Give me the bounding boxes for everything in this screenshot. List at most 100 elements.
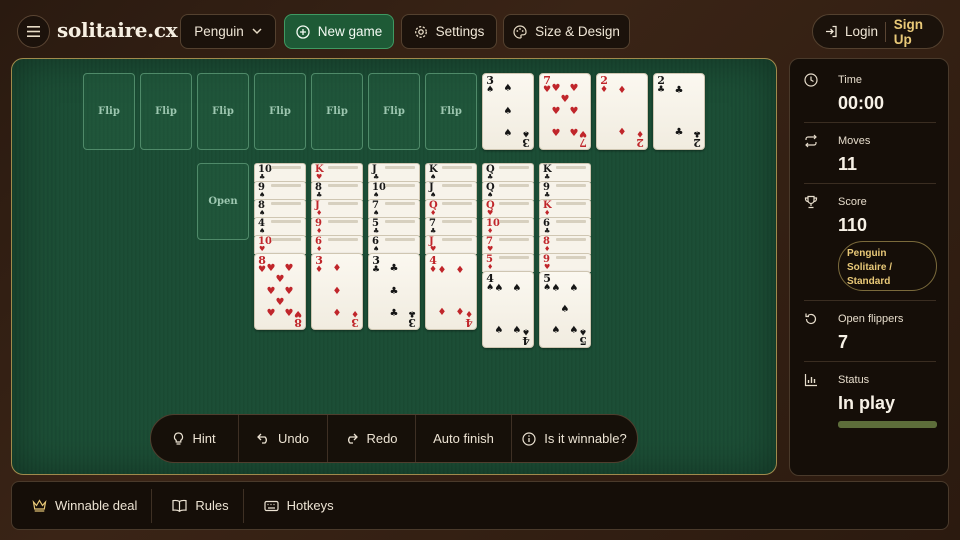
menu-button[interactable]	[17, 15, 50, 48]
card-suit-icon: ♦	[635, 128, 644, 138]
login-button[interactable]: Login	[813, 24, 885, 39]
stacked-card[interactable]: 6 ♠	[368, 235, 420, 254]
stacked-card[interactable]: 9 ♣	[539, 181, 591, 200]
new-game-button[interactable]: New game	[284, 14, 394, 49]
signup-button[interactable]: Sign Up	[886, 17, 943, 47]
card-edge	[499, 238, 529, 241]
card-pip-icon: ♥	[569, 105, 579, 117]
game-table[interactable]: Flip Flip Flip Flip Flip Flip Flip Open 3 ♠ 3 ♠ ♠ ♠ ♠ 7…	[11, 58, 777, 475]
playing-card[interactable]: 7 ♥ 7 ♥ ♥ ♥ ♥ ♥ ♥ ♥ ♥	[539, 73, 591, 150]
card-pip-icon: ♠	[494, 282, 504, 294]
stacked-card[interactable]: 7 ♣	[425, 217, 477, 236]
card-edge	[556, 220, 586, 223]
stacked-card[interactable]: 9 ♥	[539, 253, 591, 272]
playing-card[interactable]: 2 ♦ 2 ♦ ♦ ♦	[596, 73, 648, 150]
card-suit-icon: ♥	[316, 173, 323, 181]
card-corner-bottom: 2 ♦	[635, 128, 644, 149]
playing-card[interactable]: 3 ♠ 3 ♠ ♠ ♠ ♠	[482, 73, 534, 150]
flip-slot[interactable]: Flip	[368, 73, 420, 150]
card-suit-icon: ♣	[692, 128, 701, 138]
stacked-card[interactable]: J ♥	[425, 235, 477, 254]
stacked-card[interactable]: K ♥	[311, 163, 363, 182]
card-edge	[385, 202, 415, 205]
card-pip-icon: ♠	[503, 83, 513, 94]
stacked-card[interactable]: J ♠	[425, 181, 477, 200]
flip-slot[interactable]: Flip	[425, 73, 477, 150]
card-suit-icon: ♥	[258, 265, 267, 275]
book-icon	[172, 499, 187, 512]
game-mode-badge[interactable]: Penguin Solitaire / Standard	[838, 241, 937, 291]
plus-circle-icon	[296, 24, 310, 39]
card-edge	[442, 202, 472, 205]
hint-button[interactable]: Hint	[151, 415, 239, 462]
crown-icon	[32, 499, 47, 512]
hamburger-icon	[27, 26, 40, 37]
stacked-card[interactable]: K ♦	[539, 199, 591, 218]
card-suit-icon: ♦	[316, 209, 323, 217]
playing-card[interactable]: 5 ♠ 5 ♠ ♠ ♠ ♠ ♠ ♠	[539, 271, 591, 348]
card-suit-icon: ♣	[657, 85, 666, 95]
stacked-card[interactable]: K ♠	[425, 163, 477, 182]
card-pip-icon: ♥	[284, 263, 294, 274]
stacked-card[interactable]: 8 ♦	[539, 235, 591, 254]
stacked-card[interactable]: 8 ♣	[311, 181, 363, 200]
stacked-card[interactable]: 10 ♥	[254, 235, 306, 254]
flip-slot[interactable]: Flip	[83, 73, 135, 150]
undo-button[interactable]: Undo	[239, 415, 328, 462]
flip-slot[interactable]: Flip	[311, 73, 363, 150]
card-edge	[271, 184, 301, 187]
rules-link[interactable]: Rules	[152, 488, 244, 523]
stacked-card[interactable]: Q ♥	[482, 199, 534, 218]
stacked-card[interactable]: K ♣	[539, 163, 591, 182]
size-design-button[interactable]: Size & Design	[503, 14, 630, 49]
stacked-card[interactable]: Q ♦	[425, 199, 477, 218]
stacked-card[interactable]: J ♣	[368, 163, 420, 182]
redo-button[interactable]: Redo	[328, 415, 416, 462]
stacked-card[interactable]: 8 ♠	[254, 199, 306, 218]
stacked-card[interactable]: 9 ♠	[254, 181, 306, 200]
playing-card[interactable]: 8 ♥ 8 ♥ ♥ ♥ ♥ ♥ ♥ ♥ ♥ ♥	[254, 253, 306, 330]
playing-card[interactable]: 3 ♦ 3 ♦ ♦ ♦ ♦	[311, 253, 363, 330]
hotkeys-label: Hotkeys	[286, 498, 334, 513]
stacked-card[interactable]: 9 ♦	[311, 217, 363, 236]
open-slot[interactable]: Open	[197, 163, 249, 240]
is-winnable-button[interactable]: Is it winnable?	[512, 415, 637, 462]
stacked-card[interactable]: J ♦	[311, 199, 363, 218]
chevron-down-icon	[252, 28, 262, 35]
playing-card[interactable]: 3 ♣ 3 ♣ ♣ ♣ ♣	[368, 253, 420, 330]
stacked-card[interactable]: Q ♠	[482, 181, 534, 200]
flip-slot[interactable]: Flip	[254, 73, 306, 150]
card-suit-icon: ♦	[464, 308, 473, 318]
winnable-deal-link[interactable]: Winnable deal	[12, 488, 153, 523]
card-pip-icon: ♠	[551, 324, 561, 336]
stacked-card[interactable]: 7 ♥	[482, 235, 534, 254]
stacked-card[interactable]: Q ♣	[482, 163, 534, 182]
stacked-card[interactable]: 10 ♣	[254, 163, 306, 182]
card-suit-icon: ♠	[521, 128, 530, 138]
playing-card[interactable]: 2 ♣ 2 ♣ ♣ ♣	[653, 73, 705, 150]
stacked-card[interactable]: 10 ♠	[368, 181, 420, 200]
stacked-card[interactable]: 10 ♦	[482, 217, 534, 236]
hotkeys-link[interactable]: Hotkeys	[244, 489, 348, 523]
stacked-card[interactable]: 6 ♣	[539, 217, 591, 236]
playing-card[interactable]: 4 ♦ 4 ♦ ♦ ♦ ♦ ♦	[425, 253, 477, 330]
auto-finish-button[interactable]: Auto finish	[416, 415, 512, 462]
lightbulb-icon	[174, 431, 184, 445]
stacked-card[interactable]: 5 ♣	[368, 217, 420, 236]
card-pip-icon: ♠	[569, 282, 579, 294]
card-suit-icon: ♠	[373, 209, 380, 217]
stacked-card[interactable]: 5 ♦	[482, 253, 534, 272]
stacked-card[interactable]: 6 ♦	[311, 235, 363, 254]
card-suit-icon: ♦	[544, 245, 551, 253]
variant-dropdown[interactable]: Penguin	[180, 14, 276, 49]
playing-card[interactable]: 4 ♠ 4 ♠ ♠ ♠ ♠ ♠	[482, 271, 534, 348]
card-pip-icon: ♦	[332, 285, 342, 297]
divider	[804, 300, 936, 301]
stacked-card[interactable]: 4 ♠	[254, 217, 306, 236]
card-pip-icon: ♠	[569, 324, 579, 336]
settings-button[interactable]: Settings	[401, 14, 497, 49]
flip-slot[interactable]: Flip	[140, 73, 192, 150]
flip-slot[interactable]: Flip	[197, 73, 249, 150]
site-logo[interactable]: solitaire.cx	[57, 18, 178, 42]
stacked-card[interactable]: 7 ♠	[368, 199, 420, 218]
